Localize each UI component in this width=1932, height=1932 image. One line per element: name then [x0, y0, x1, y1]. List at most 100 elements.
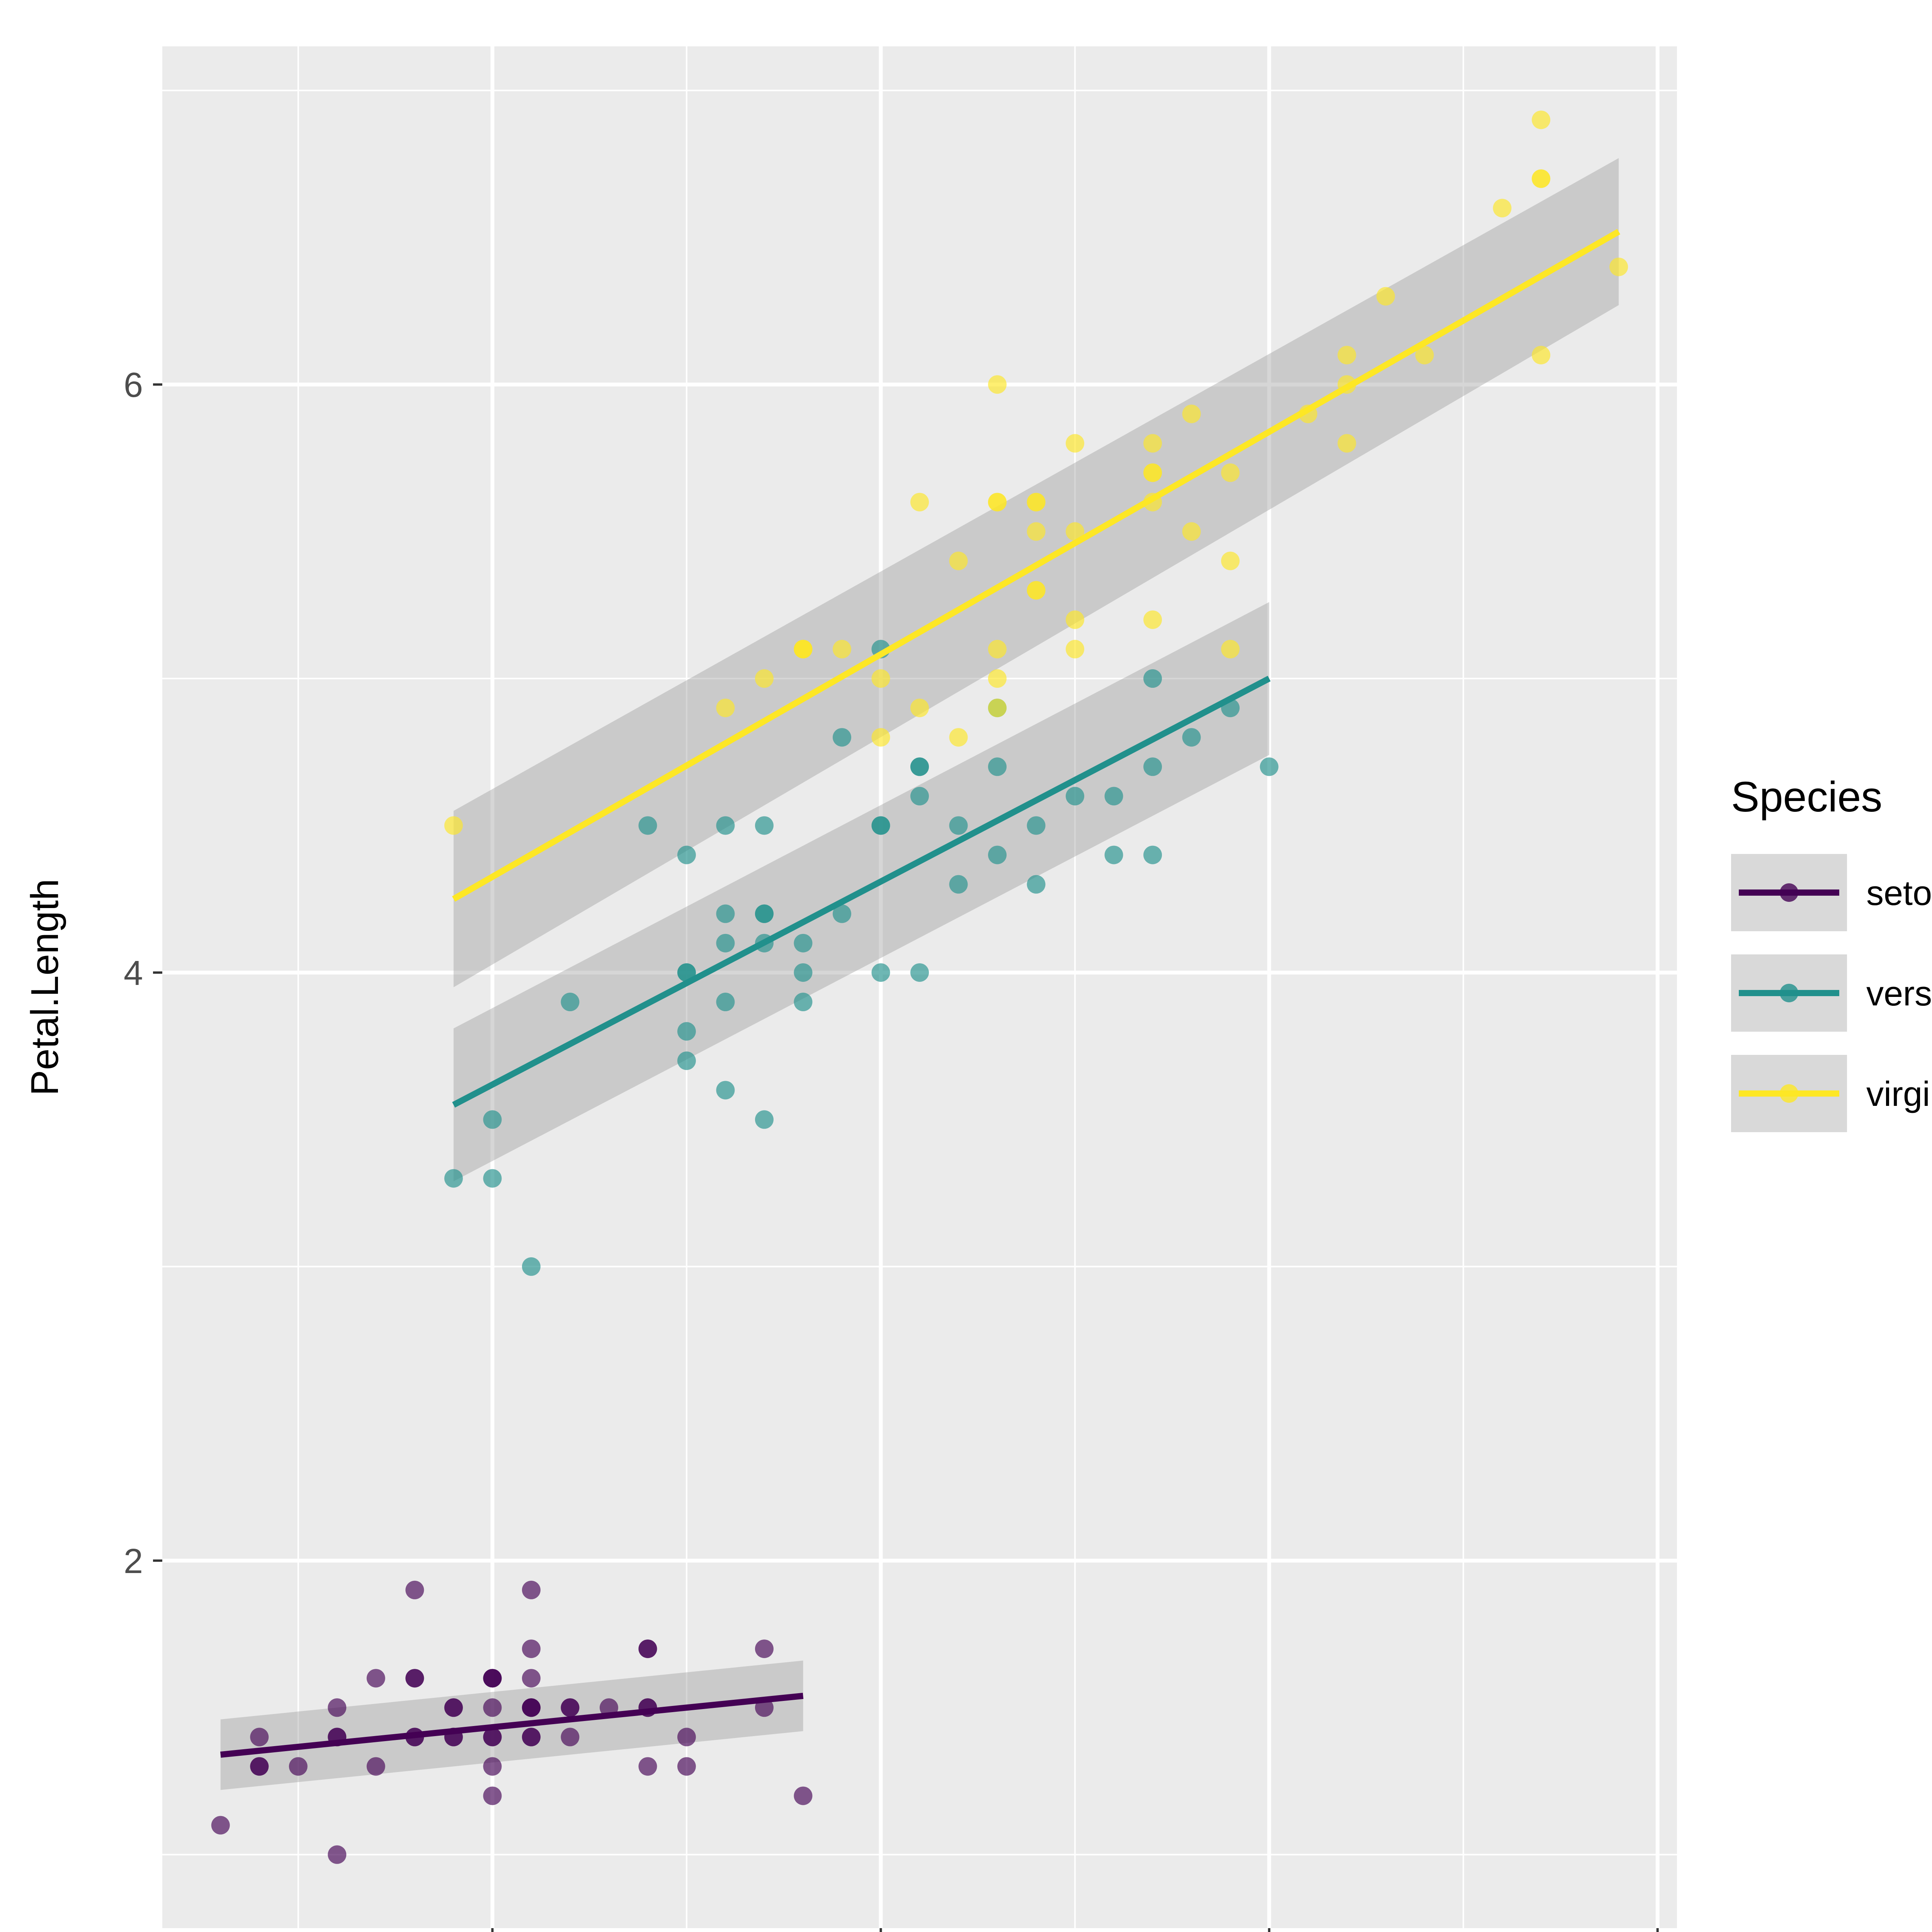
- data-point: [871, 816, 890, 835]
- data-point: [794, 993, 812, 1011]
- data-point: [367, 1669, 385, 1687]
- data-point: [1182, 405, 1201, 423]
- legend-point-icon: [1780, 984, 1798, 1002]
- data-point: [794, 1787, 812, 1805]
- data-point: [988, 640, 1007, 658]
- data-point: [483, 1169, 502, 1188]
- data-point: [405, 1669, 424, 1687]
- data-point: [289, 1757, 308, 1776]
- data-point: [522, 1698, 541, 1717]
- data-point: [716, 816, 735, 835]
- data-point: [1182, 728, 1201, 747]
- data-point: [1027, 522, 1046, 541]
- data-point: [910, 699, 929, 717]
- chart-svg: 5678246Sepal.LengthPetal.LengthSpeciesse…: [0, 0, 1932, 1932]
- legend-point-icon: [1780, 1084, 1798, 1103]
- data-point: [1182, 522, 1201, 541]
- data-point: [1066, 434, 1084, 452]
- data-point: [910, 493, 929, 511]
- data-point: [522, 1581, 541, 1599]
- data-point: [1338, 434, 1356, 452]
- data-point: [1143, 846, 1162, 864]
- data-point: [677, 1728, 696, 1746]
- data-point: [755, 1639, 774, 1658]
- data-point: [949, 816, 968, 835]
- data-point: [677, 1051, 696, 1070]
- data-point: [988, 757, 1007, 776]
- data-point: [755, 905, 774, 923]
- data-point: [755, 669, 774, 688]
- data-point: [755, 816, 774, 835]
- data-point: [949, 552, 968, 570]
- data-point: [755, 1110, 774, 1129]
- data-point: [638, 1757, 657, 1776]
- data-point: [910, 787, 929, 805]
- data-point: [677, 846, 696, 864]
- data-point: [483, 1787, 502, 1805]
- data-point: [1143, 434, 1162, 452]
- data-point: [716, 905, 735, 923]
- y-tick-label: 4: [124, 954, 143, 993]
- data-point: [1338, 346, 1356, 364]
- legend-title: Species: [1731, 773, 1882, 821]
- data-point: [871, 669, 890, 688]
- data-point: [328, 1698, 346, 1717]
- data-point: [1221, 552, 1240, 570]
- data-point: [1532, 169, 1550, 188]
- data-point: [483, 1110, 502, 1129]
- data-point: [910, 757, 929, 776]
- legend-item-label: setosa: [1866, 874, 1932, 913]
- data-point: [677, 1757, 696, 1776]
- y-tick-label: 6: [124, 366, 143, 405]
- data-point: [910, 963, 929, 982]
- data-point: [483, 1669, 502, 1687]
- data-point: [638, 816, 657, 835]
- data-point: [794, 934, 812, 952]
- data-point: [1027, 816, 1046, 835]
- data-point: [1143, 669, 1162, 688]
- data-point: [949, 728, 968, 747]
- data-point: [561, 1698, 579, 1717]
- data-point: [522, 1639, 541, 1658]
- data-point: [1221, 640, 1240, 658]
- data-point: [988, 846, 1007, 864]
- data-point: [561, 993, 579, 1011]
- y-axis-title: Petal.Length: [23, 879, 66, 1096]
- data-point: [522, 1669, 541, 1687]
- data-point: [949, 875, 968, 894]
- legend-point-icon: [1780, 883, 1798, 902]
- data-point: [444, 1698, 463, 1717]
- data-point: [1027, 581, 1046, 600]
- data-point: [1260, 757, 1279, 776]
- data-point: [250, 1757, 269, 1776]
- data-point: [988, 669, 1007, 688]
- data-point: [561, 1728, 579, 1746]
- data-point: [988, 375, 1007, 394]
- legend-item-label: virginica: [1866, 1075, 1932, 1114]
- legend-item-label: versicolor: [1866, 975, 1932, 1013]
- data-point: [716, 699, 735, 717]
- data-point: [1143, 757, 1162, 776]
- data-point: [1532, 346, 1550, 364]
- data-point: [677, 1022, 696, 1041]
- data-point: [638, 1639, 657, 1658]
- data-point: [1493, 199, 1512, 218]
- data-point: [871, 728, 890, 747]
- data-point: [367, 1757, 385, 1776]
- data-point: [444, 1169, 463, 1188]
- data-point: [1532, 111, 1550, 129]
- data-point: [1143, 611, 1162, 629]
- data-point: [1066, 640, 1084, 658]
- data-point: [1066, 787, 1084, 805]
- data-point: [1609, 258, 1628, 276]
- chart-container: 5678246Sepal.LengthPetal.LengthSpeciesse…: [0, 0, 1932, 1932]
- data-point: [444, 816, 463, 835]
- data-point: [522, 1728, 541, 1746]
- data-point: [871, 963, 890, 982]
- data-point: [794, 963, 812, 982]
- data-point: [483, 1757, 502, 1776]
- data-point: [833, 640, 851, 658]
- data-point: [833, 728, 851, 747]
- data-point: [716, 934, 735, 952]
- data-point: [716, 1081, 735, 1099]
